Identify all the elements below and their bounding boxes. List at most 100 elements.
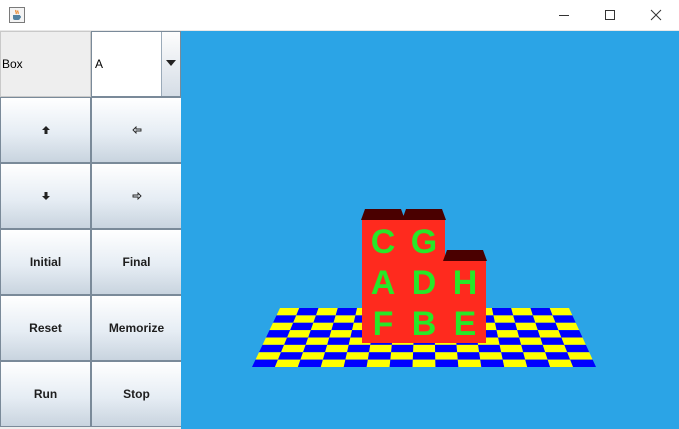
- floor-tile: [297, 359, 323, 367]
- maximize-button[interactable]: [587, 0, 633, 30]
- floor-tile: [322, 352, 348, 360]
- minimize-icon: [559, 15, 569, 16]
- floor-tile: [519, 337, 543, 345]
- floor-tile: [305, 337, 330, 345]
- floor-tile: [567, 352, 593, 360]
- floor-tile: [366, 359, 391, 367]
- floor-tile: [276, 308, 300, 316]
- floor-tile: [266, 330, 291, 338]
- initial-button[interactable]: Initial: [0, 229, 91, 295]
- floor-tile: [499, 344, 524, 353]
- floor-tile: [435, 359, 459, 367]
- floor-tile: [532, 315, 556, 323]
- object-label: Box: [0, 31, 91, 97]
- floor-tile: [320, 359, 346, 367]
- floor-tile: [325, 344, 349, 353]
- move-down-button[interactable]: [0, 163, 91, 229]
- floor-tile: [303, 344, 328, 353]
- floor-tile: [480, 359, 505, 367]
- close-button[interactable]: [633, 0, 679, 30]
- arrow-right-icon: [132, 191, 142, 201]
- arrow-up-icon: [42, 126, 50, 134]
- floor-tile: [561, 337, 586, 345]
- floor-tile: [558, 330, 583, 338]
- floor-tile: [523, 352, 548, 360]
- title-bar: [0, 0, 679, 31]
- floor-tile: [502, 359, 528, 367]
- control-panel: Box A Initial Final Reset Memorize Run S…: [0, 31, 182, 429]
- floor-tile: [315, 308, 338, 316]
- floor-tile: [515, 322, 538, 331]
- move-left-button[interactable]: [91, 97, 182, 163]
- floor-tile: [570, 359, 596, 367]
- scene-viewport[interactable]: FAC BDG EH: [181, 31, 679, 429]
- object-select[interactable]: A: [91, 31, 181, 97]
- box-letter-b[interactable]: B: [412, 305, 437, 343]
- floor-tile: [335, 308, 358, 316]
- floor-tile: [413, 344, 436, 353]
- arrow-down-icon: [42, 192, 50, 200]
- box-letter-h[interactable]: H: [453, 264, 478, 302]
- floor-tile: [369, 344, 392, 353]
- floor-tile: [277, 352, 304, 360]
- move-up-button[interactable]: [0, 97, 91, 163]
- floor-tile: [517, 330, 541, 338]
- floor-tile: [296, 308, 319, 316]
- floor-tile: [525, 359, 551, 367]
- floor-tile: [310, 322, 334, 331]
- object-select-value: A: [95, 57, 104, 71]
- floor-tile: [255, 352, 282, 360]
- floor-tile: [274, 359, 301, 367]
- floor-tile: [347, 344, 371, 353]
- floor-tile: [478, 344, 502, 353]
- floor-tile: [333, 315, 356, 323]
- box-letter-e[interactable]: E: [454, 305, 477, 343]
- box-letter-a[interactable]: A: [371, 264, 396, 302]
- box-letter-d[interactable]: D: [412, 264, 437, 302]
- floor-tile: [345, 352, 370, 360]
- floor-tile: [269, 322, 294, 331]
- box-stack-top: [361, 209, 405, 220]
- floor-tile: [552, 315, 576, 323]
- floor-tile: [549, 308, 573, 316]
- java-cup-icon[interactable]: [9, 7, 25, 23]
- minimize-button[interactable]: [541, 0, 587, 30]
- close-icon: [650, 9, 662, 21]
- floor-tile: [367, 352, 392, 360]
- floor-tile: [331, 322, 354, 331]
- object-select-arrow[interactable]: [161, 32, 180, 96]
- floor-tile: [300, 352, 326, 360]
- floor-tile: [262, 337, 288, 345]
- floor-tile: [501, 352, 526, 360]
- reset-button[interactable]: Reset: [0, 295, 91, 361]
- floor-tile: [535, 322, 559, 331]
- box-letter-c[interactable]: C: [371, 223, 396, 261]
- memorize-button[interactable]: Memorize: [91, 295, 182, 361]
- floor-tile: [259, 344, 285, 353]
- floor-tile: [281, 344, 306, 353]
- floor-tile: [547, 359, 574, 367]
- floor-tile: [435, 352, 458, 360]
- floor-tile: [457, 352, 481, 360]
- floor-tile: [391, 344, 414, 353]
- floor-tile: [412, 352, 436, 360]
- floor-tile: [498, 337, 522, 345]
- move-right-button[interactable]: [91, 163, 182, 229]
- floor-tile: [287, 330, 311, 338]
- floor-tile: [542, 344, 568, 353]
- stop-button[interactable]: Stop: [91, 361, 182, 427]
- floor-tile: [479, 352, 503, 360]
- floor-tile: [252, 359, 278, 367]
- floor-tile: [456, 344, 480, 353]
- floor-tile: [290, 322, 314, 331]
- run-button[interactable]: Run: [0, 361, 91, 427]
- box-letter-g[interactable]: G: [411, 223, 437, 261]
- floor-tile: [495, 322, 518, 331]
- floor-tile: [308, 330, 332, 338]
- floor-tile: [540, 337, 565, 345]
- chevron-down-icon: [166, 60, 176, 66]
- floor-tile: [327, 337, 351, 345]
- box-letter-f[interactable]: F: [373, 305, 394, 343]
- final-button[interactable]: Final: [91, 229, 182, 295]
- floor-tile: [545, 352, 571, 360]
